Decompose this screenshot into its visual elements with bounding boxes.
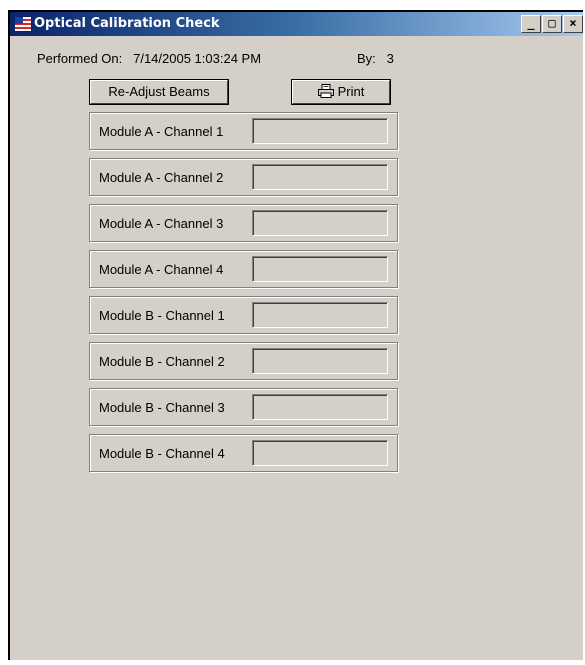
performed-on-row: Performed On: 7/14/2005 1:03:24 PM — [37, 51, 261, 66]
channel-label: Module B - Channel 1 — [99, 308, 225, 323]
readjust-beams-button[interactable]: Re-Adjust Beams — [89, 79, 229, 105]
performed-on-label: Performed On: — [37, 51, 123, 66]
print-button[interactable]: Print — [291, 79, 391, 105]
channel-value-field — [252, 394, 388, 420]
by-value: 3 — [386, 51, 394, 66]
window-title: Optical Calibration Check — [34, 16, 220, 31]
print-button-label: Print — [337, 84, 365, 99]
channel-value-field — [252, 256, 388, 282]
minimize-button[interactable]: _ — [521, 15, 541, 33]
channel-value-field — [252, 164, 388, 190]
channel-label: Module B - Channel 2 — [99, 354, 225, 369]
channel-value-field — [252, 440, 388, 466]
performed-on-value: 7/14/2005 1:03:24 PM — [133, 51, 262, 66]
window-controls: _ □ × — [521, 15, 583, 33]
printer-icon — [317, 84, 334, 98]
channel-label: Module A - Channel 4 — [99, 262, 224, 277]
channel-group-a1: Module A - Channel 1 — [89, 112, 398, 150]
close-button[interactable]: × — [563, 15, 583, 33]
calibration-window: Optical Calibration Check _ □ × Performe… — [8, 10, 583, 660]
channel-group-b3: Module B - Channel 3 — [89, 388, 398, 426]
channel-value-field — [252, 302, 388, 328]
title-bar[interactable]: Optical Calibration Check _ □ × — [10, 12, 583, 36]
app-flag-icon — [14, 16, 32, 32]
channel-group-b4: Module B - Channel 4 — [89, 434, 398, 472]
channel-label: Module B - Channel 3 — [99, 400, 225, 415]
channel-value-field — [252, 118, 388, 144]
channel-group-b2: Module B - Channel 2 — [89, 342, 398, 380]
maximize-button[interactable]: □ — [542, 15, 562, 33]
channel-label: Module A - Channel 2 — [99, 170, 224, 185]
channel-value-field — [252, 210, 388, 236]
by-row: By: 3 — [357, 51, 394, 66]
channel-group-a4: Module A - Channel 4 — [89, 250, 398, 288]
channel-group-a3: Module A - Channel 3 — [89, 204, 398, 242]
channel-label: Module A - Channel 3 — [99, 216, 224, 231]
channel-group-b1: Module B - Channel 1 — [89, 296, 398, 334]
channel-group-a2: Module A - Channel 2 — [89, 158, 398, 196]
channel-value-field — [252, 348, 388, 374]
channel-label: Module A - Channel 1 — [99, 124, 224, 139]
channel-label: Module B - Channel 4 — [99, 446, 225, 461]
by-label: By: — [357, 51, 376, 66]
